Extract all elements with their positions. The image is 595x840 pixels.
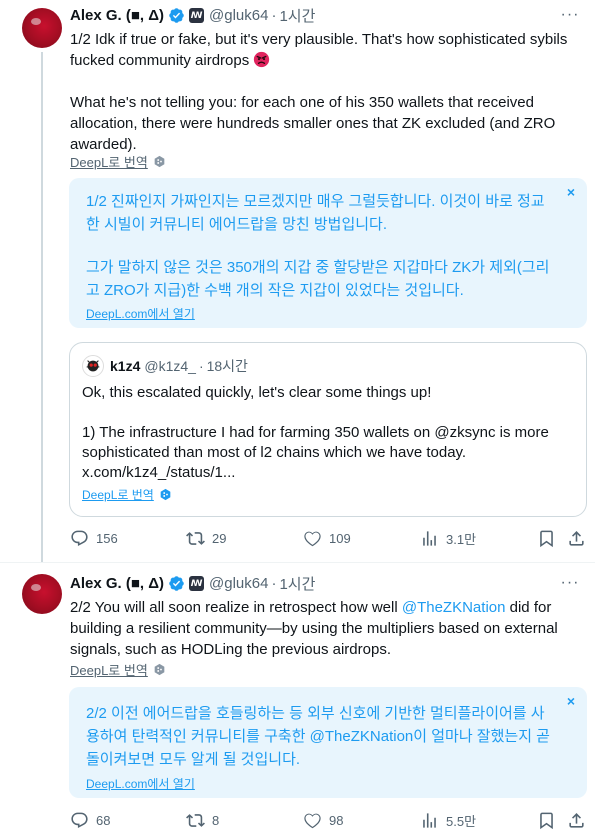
verified-badge-icon bbox=[168, 575, 185, 592]
like-icon bbox=[304, 813, 321, 829]
open-deepl-link[interactable]: DeepL.com에서 열기 bbox=[86, 775, 195, 792]
verified-badge-icon bbox=[168, 7, 185, 24]
views-icon bbox=[423, 531, 436, 546]
timestamp[interactable]: 1시간 bbox=[279, 573, 315, 594]
separator-dot: · bbox=[271, 574, 277, 592]
like-button[interactable]: 98 bbox=[303, 811, 343, 830]
translation-text-p2: 그가 말하지 않은 것은 350개의 지갑 중 할당받은 지갑마다 ZK가 제외… bbox=[86, 259, 550, 299]
quote-line-3[interactable]: x.com/k1z4_/status/1... bbox=[82, 463, 577, 483]
like-count: 98 bbox=[329, 813, 344, 828]
retweet-count: 29 bbox=[212, 531, 227, 546]
angry-face-emoji-icon bbox=[253, 51, 270, 68]
retweet-button[interactable]: 8 bbox=[186, 811, 219, 830]
share-button[interactable] bbox=[567, 811, 586, 830]
quote-header: k1z4 @k1z4_ · 18시간 bbox=[82, 355, 248, 377]
bookmark-icon bbox=[540, 530, 553, 548]
quote-tweet[interactable]: k1z4 @k1z4_ · 18시간 Ok, this escalated qu… bbox=[69, 342, 587, 517]
action-bar: 68 8 98 5.5만 bbox=[70, 811, 590, 833]
avatar[interactable] bbox=[22, 8, 62, 48]
like-button[interactable]: 109 bbox=[303, 529, 351, 548]
thread-line bbox=[41, 52, 43, 562]
tweet-text: 1/2 Idk if true or fake, but it's very p… bbox=[70, 29, 590, 71]
bookmark-button[interactable] bbox=[537, 529, 556, 548]
bookmark-button[interactable] bbox=[537, 811, 556, 830]
tweet-text: 2/2 You will all soon realize in retrosp… bbox=[70, 597, 590, 660]
affiliate-badge-icon: ꟿ bbox=[189, 7, 205, 23]
deepl-translate-button[interactable]: DeepL로 번역 bbox=[70, 152, 166, 171]
share-button[interactable] bbox=[567, 529, 586, 548]
author-handle[interactable]: @gluk64 bbox=[209, 7, 268, 24]
quote-author-handle[interactable]: @k1z4_ bbox=[144, 358, 196, 374]
like-count: 109 bbox=[329, 531, 351, 546]
mention-link[interactable]: @TheZKNation bbox=[402, 599, 506, 616]
reply-icon bbox=[71, 812, 88, 829]
avatar[interactable] bbox=[22, 574, 62, 614]
translation-text-p1: 1/2 진짜인지 가짜인지는 모르겠지만 매우 그럴듯합니다. 이것이 바로 정… bbox=[86, 193, 545, 233]
retweet-icon bbox=[186, 814, 205, 827]
quote-line-2: 1) The infrastructure I had for farming … bbox=[82, 424, 549, 461]
close-icon[interactable]: × bbox=[567, 184, 575, 200]
bookmark-icon bbox=[540, 812, 553, 830]
author-handle[interactable]: @gluk64 bbox=[209, 575, 268, 592]
retweet-button[interactable]: 29 bbox=[186, 529, 226, 548]
deepl-label: DeepL로 번역 bbox=[70, 155, 148, 170]
tweet-header: Alex G. (■, Δ) ꟿ @gluk64 · 1시간 bbox=[70, 4, 315, 26]
translation-text: 2/2 이전 에어드랍을 호들링하는 등 외부 신호에 기반한 멀티플라이어를 … bbox=[86, 705, 550, 768]
separator-dot: · bbox=[271, 6, 277, 24]
quote-avatar[interactable] bbox=[82, 355, 104, 377]
like-icon bbox=[304, 531, 321, 547]
share-icon bbox=[569, 813, 584, 828]
retweet-count: 8 bbox=[212, 813, 220, 828]
deepl-label: DeepL로 번역 bbox=[82, 488, 154, 502]
view-count: 3.1만 bbox=[446, 532, 477, 547]
affiliate-badge-icon: ꟿ bbox=[189, 575, 205, 591]
author-name[interactable]: Alex G. (■, Δ) bbox=[70, 575, 164, 592]
tweet-text-a: 2/2 You will all soon realize in retrosp… bbox=[70, 599, 402, 616]
reply-button[interactable]: 156 bbox=[70, 529, 118, 548]
more-icon[interactable]: ··· bbox=[559, 4, 581, 26]
more-icon[interactable]: ··· bbox=[559, 572, 581, 594]
tweet-text-p2: What he's not telling you: for each one … bbox=[70, 94, 556, 153]
open-deepl-link[interactable]: DeepL.com에서 열기 bbox=[86, 305, 195, 322]
reply-count: 156 bbox=[96, 531, 118, 546]
share-icon bbox=[569, 531, 584, 546]
deepl-logo-icon bbox=[154, 663, 165, 676]
translation-box: × 1/2 진짜인지 가짜인지는 모르겠지만 매우 그럴듯합니다. 이것이 바로… bbox=[69, 178, 587, 328]
author-name[interactable]: Alex G. (■, Δ) bbox=[70, 7, 164, 24]
translation-box: × 2/2 이전 에어드랍을 호들링하는 등 외부 신호에 기반한 멀티플라이어… bbox=[69, 687, 587, 798]
deepl-translate-button[interactable]: DeepL로 번역 bbox=[70, 660, 166, 679]
reply-icon bbox=[71, 530, 88, 547]
tweet-1[interactable]: Alex G. (■, Δ) ꟿ @gluk64 · 1시간 ··· 1/2 I… bbox=[0, 0, 595, 562]
action-bar: 156 29 109 3.1만 bbox=[70, 529, 590, 551]
quote-author-name[interactable]: k1z4 bbox=[110, 358, 140, 374]
tweet-2[interactable]: Alex G. (■, Δ) ꟿ @gluk64 · 1시간 ··· 2/2 Y… bbox=[0, 562, 595, 840]
deepl-label: DeepL로 번역 bbox=[70, 663, 148, 678]
view-count: 5.5만 bbox=[446, 814, 477, 829]
timestamp[interactable]: 1시간 bbox=[279, 5, 315, 26]
quote-text: Ok, this escalated quickly, let's clear … bbox=[82, 383, 577, 483]
reply-button[interactable]: 68 bbox=[70, 811, 110, 830]
tweet-header: Alex G. (■, Δ) ꟿ @gluk64 · 1시간 bbox=[70, 572, 315, 594]
views-button[interactable]: 5.5만 bbox=[420, 811, 476, 830]
close-icon[interactable]: × bbox=[567, 693, 575, 709]
quote-line-1: Ok, this escalated quickly, let's clear … bbox=[82, 384, 432, 401]
reply-count: 68 bbox=[96, 813, 111, 828]
quote-timestamp[interactable]: 18시간 bbox=[207, 356, 248, 376]
separator-dot: · bbox=[198, 358, 204, 374]
retweet-icon bbox=[186, 532, 205, 545]
views-icon bbox=[423, 813, 436, 828]
views-button[interactable]: 3.1만 bbox=[420, 529, 476, 548]
deepl-logo-icon bbox=[154, 155, 165, 168]
deepl-logo-icon bbox=[160, 488, 171, 501]
quote-deepl-translate-button[interactable]: DeepL로 번역 bbox=[82, 486, 172, 503]
tweet-text-p1: 1/2 Idk if true or fake, but it's very p… bbox=[70, 31, 568, 69]
